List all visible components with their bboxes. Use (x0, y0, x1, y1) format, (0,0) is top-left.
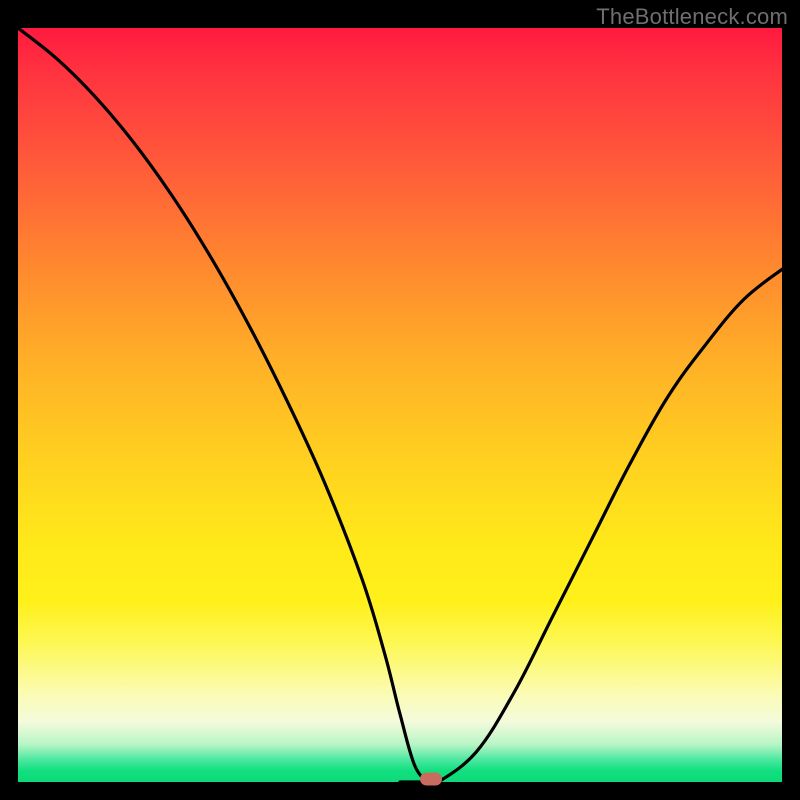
bottleneck-marker (420, 773, 442, 786)
plot-area (18, 28, 782, 782)
chart-frame: TheBottleneck.com (0, 0, 800, 800)
watermark-text: TheBottleneck.com (596, 4, 788, 30)
curve-path (18, 28, 782, 782)
bottleneck-curve (18, 28, 782, 782)
